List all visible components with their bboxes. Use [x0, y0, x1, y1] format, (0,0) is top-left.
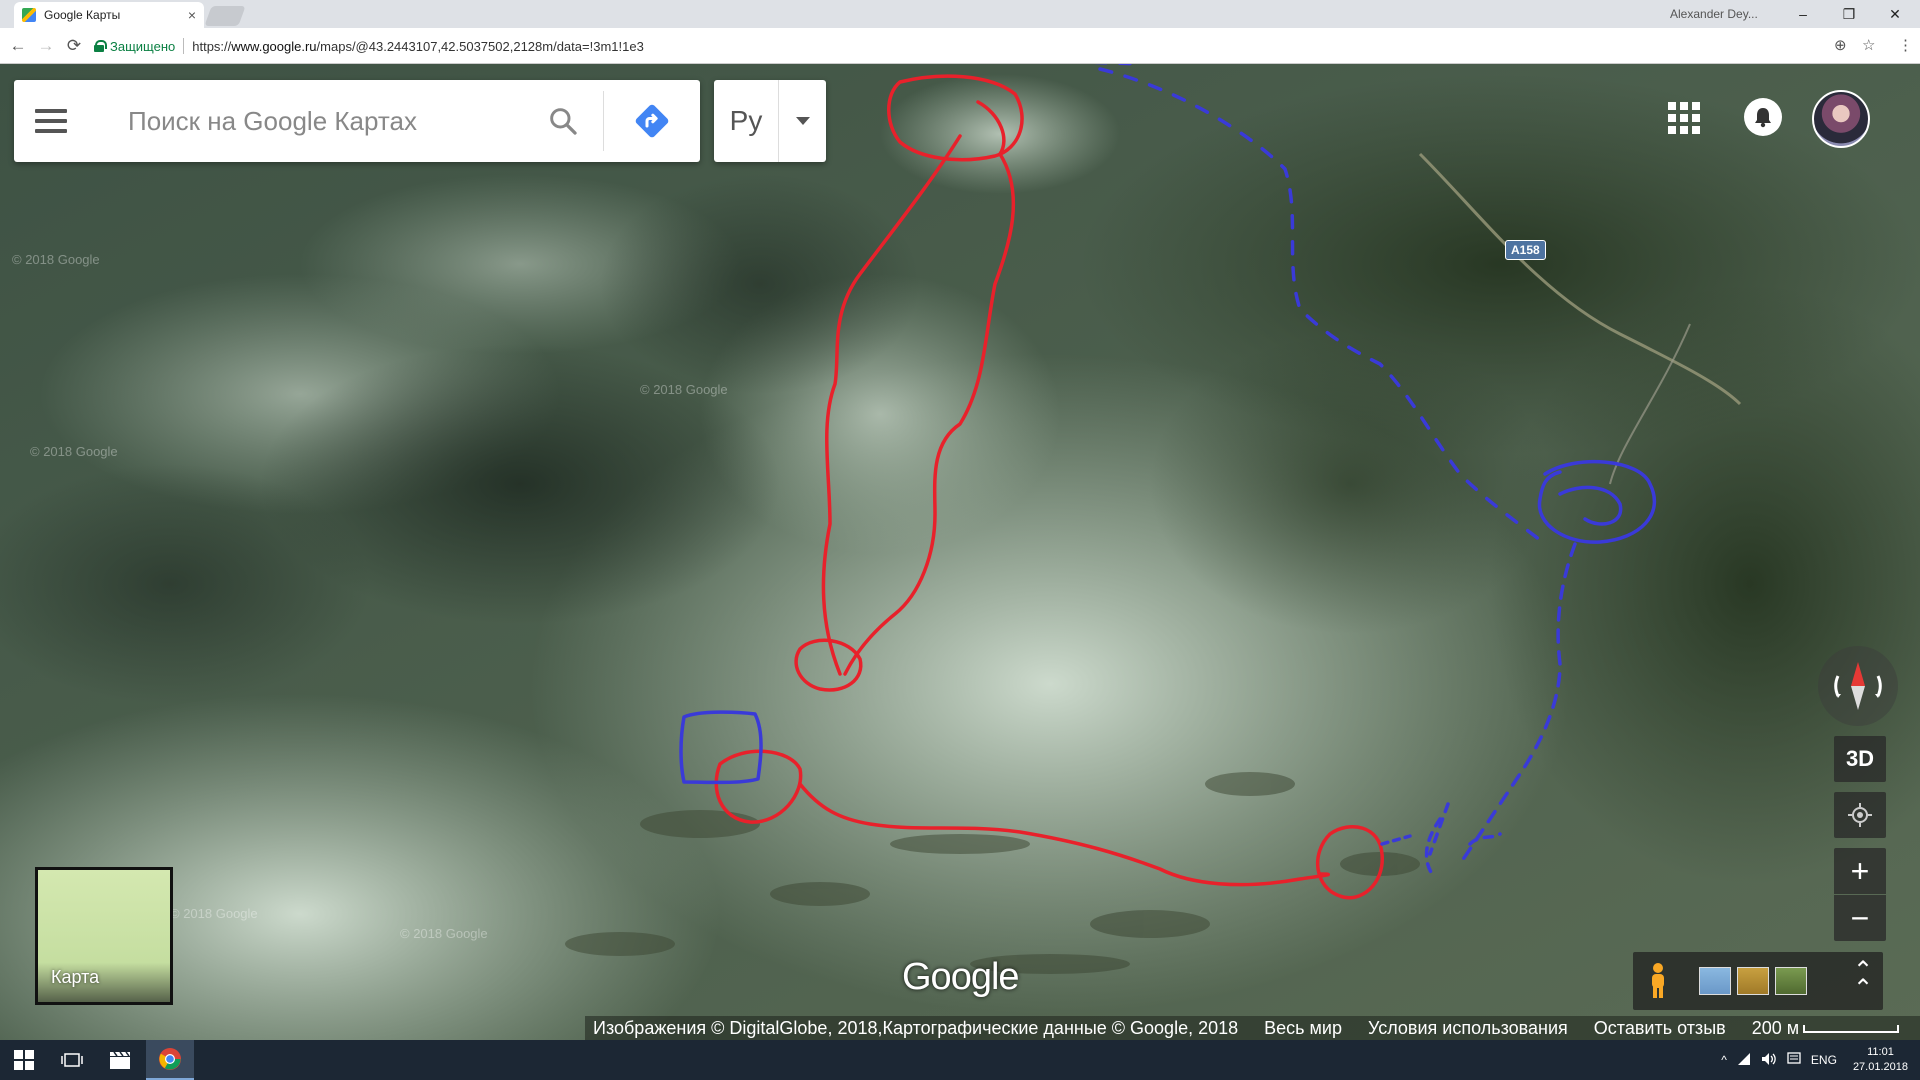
browser-menu-icon[interactable]: ⋮ [1898, 36, 1913, 54]
bookmark-star-icon[interactable]: ☆ [1862, 36, 1875, 54]
search-icon[interactable] [523, 80, 603, 162]
chevron-up-icon[interactable]: ⌃ ⌃ [1851, 959, 1875, 1001]
google-logo: Google [902, 956, 1020, 998]
chrome-icon[interactable] [146, 1040, 194, 1080]
browser-toolbar: ← → ⟳ Защищено https://www.google.ru/map… [0, 28, 1920, 64]
satellite-map[interactable]: © 2018 Google © 2018 Google © 2018 Googl… [0, 64, 1920, 1040]
reload-button[interactable]: ⟳ [62, 34, 86, 58]
scale-bar [1803, 1024, 1900, 1033]
profile-name[interactable]: Alexander Dey... [1670, 7, 1758, 21]
chevron-down-icon[interactable] [779, 117, 826, 125]
tray-expand-icon[interactable]: ^ [1721, 1053, 1727, 1067]
pegman-icon[interactable] [1645, 962, 1671, 1000]
apps-grid-icon[interactable] [1668, 102, 1700, 134]
clock-date: 27.01.2018 [1852, 1061, 1908, 1073]
omnibox-divider [183, 38, 185, 54]
scale-label[interactable]: 200 м [1751, 1017, 1900, 1039]
map-watermark: © 2018 Google [170, 906, 258, 921]
secure-label: Защищено [110, 38, 176, 54]
action-center-icon[interactable] [1787, 1051, 1801, 1069]
minimize-button[interactable]: – [1780, 0, 1826, 28]
map-watermark: © 2018 Google [30, 444, 118, 459]
my-location-icon[interactable] [1834, 792, 1886, 838]
map-watermark: © 2018 Google [400, 926, 488, 941]
windows-taskbar: ^ ENG 11:01 27.01.2018 [0, 1040, 1920, 1080]
compass-control[interactable] [1818, 646, 1898, 726]
directions-icon[interactable] [604, 80, 700, 162]
url-scheme: https:// [192, 38, 232, 54]
url-path: /maps/@43.2443107,42.5037502,2128m/data=… [316, 38, 644, 54]
google-maps-favicon-icon [22, 8, 36, 22]
language-label: Ру [729, 105, 763, 136]
imagery-thumbnail[interactable] [1775, 967, 1807, 995]
clock-time: 11:01 [1867, 1046, 1894, 1058]
imagery-thumbnail[interactable] [1699, 967, 1731, 995]
map-layer-switcher[interactable]: Карта [35, 867, 173, 1005]
back-button[interactable]: ← [6, 34, 30, 58]
forward-button[interactable]: → [34, 34, 58, 58]
maximize-button[interactable]: ❐ [1826, 0, 1872, 28]
satellite-imagery [0, 64, 1920, 1040]
terms-link[interactable]: Условия использования [1368, 1018, 1568, 1039]
system-tray: ^ ENG 11:01 27.01.2018 [1721, 1040, 1908, 1080]
new-tab-button[interactable] [204, 6, 246, 26]
search-box [14, 80, 700, 162]
search-input[interactable] [88, 101, 523, 141]
browser-tab[interactable]: Google Карты × [14, 2, 204, 28]
address-bar[interactable]: Защищено https://www.google.ru/maps/@43.… [94, 32, 1874, 60]
volume-icon[interactable] [1761, 1052, 1777, 1069]
imagery-credit: Изображения © DigitalGlobe, 2018,Картогр… [593, 1017, 1239, 1038]
zoom-icon[interactable]: ⊕ [1834, 36, 1847, 54]
zoom-in-button[interactable]: + [1834, 848, 1886, 894]
input-language[interactable]: ENG [1811, 1053, 1837, 1067]
tab-close-icon[interactable]: × [188, 7, 196, 23]
url-host: www.google.ru [231, 38, 317, 54]
close-window-button[interactable]: ✕ [1872, 0, 1918, 28]
layer-label: Карта [51, 967, 100, 987]
scale-text: 200 м [1751, 1017, 1800, 1038]
compass-icon [1834, 662, 1882, 710]
notifications-bell-icon[interactable] [1744, 98, 1782, 136]
map-watermark: © 2018 Google [640, 382, 728, 397]
hamburger-menu-icon[interactable] [14, 80, 88, 162]
map-watermark: © 2018 Google [12, 252, 100, 267]
map-attribution: Изображения © DigitalGlobe, 2018,Картогр… [585, 1016, 1920, 1040]
browser-tab-bar: Google Карты × Alexander Dey... – ❐ ✕ [0, 0, 1920, 28]
system-clock[interactable]: 11:01 27.01.2018 [1853, 1045, 1908, 1075]
lock-icon [94, 40, 107, 52]
windows-start-icon[interactable] [0, 1040, 48, 1080]
tab-title: Google Карты [44, 8, 121, 22]
feedback-link[interactable]: Оставить отзыв [1594, 1018, 1726, 1039]
language-selector[interactable]: Ру [714, 80, 826, 162]
imagery-thumbnail[interactable] [1737, 967, 1769, 995]
zoom-out-button[interactable]: − [1834, 895, 1886, 941]
url-text[interactable]: https://www.google.ru/maps/@43.2443107,4… [192, 39, 644, 54]
user-avatar[interactable] [1812, 90, 1870, 148]
world-link[interactable]: Весь мир [1264, 1018, 1342, 1039]
clapperboard-app-icon[interactable] [96, 1040, 144, 1080]
road-label: A158 [1505, 240, 1546, 260]
tilt-3d-button[interactable]: 3D [1834, 736, 1886, 782]
task-view-icon[interactable] [48, 1040, 96, 1080]
network-icon[interactable] [1737, 1052, 1751, 1069]
imagery-strip: ⌃ ⌃ [1633, 952, 1883, 1010]
